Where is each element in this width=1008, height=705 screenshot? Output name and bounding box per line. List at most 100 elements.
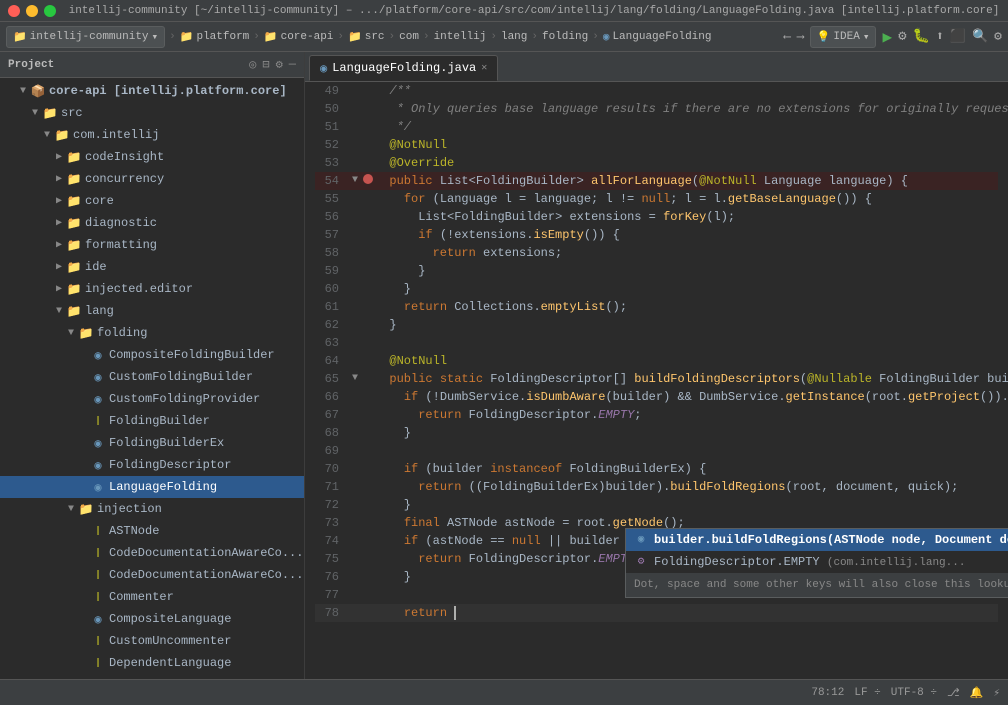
sidebar-item-FoldingDescriptor[interactable]: ◉ FoldingDescriptor: [0, 454, 304, 476]
sidebar-item-FoldingBuilder[interactable]: Ⅰ FoldingBuilder: [0, 410, 304, 432]
debug-icon[interactable]: 🐛: [913, 28, 930, 45]
breadcrumb-src[interactable]: 📁 src: [348, 30, 385, 44]
fold-arrow[interactable]: [347, 154, 363, 172]
line-number: 65: [315, 370, 347, 388]
fold-arrow[interactable]: [347, 532, 363, 550]
sidebar-item-concurrency[interactable]: ▶ 📁 concurrency: [0, 168, 304, 190]
breadcrumb-class[interactable]: ◉ LanguageFolding: [603, 30, 712, 44]
encoding[interactable]: UTF-8 ÷: [891, 687, 937, 699]
breadcrumb-core-api[interactable]: 📁 core-api: [264, 30, 334, 44]
fold-arrow[interactable]: [347, 406, 363, 424]
vcs-icon[interactable]: ⬆: [936, 29, 944, 44]
project-selector[interactable]: 📁 intellij-community ▾: [6, 26, 165, 48]
sidebar-item-FCTSBackedLighterAST[interactable]: ◉ FCTSBackedLighterAST: [0, 674, 304, 679]
fold-arrow[interactable]: [347, 424, 363, 442]
sidebar-item-ASTNode[interactable]: Ⅰ ASTNode: [0, 520, 304, 542]
fold-arrow[interactable]: [347, 82, 363, 100]
fold-arrow[interactable]: [347, 316, 363, 334]
fold-arrow[interactable]: [347, 352, 363, 370]
sidebar-item-injection[interactable]: ▼ 📁 injection: [0, 498, 304, 520]
sidebar-item-LanguageFolding[interactable]: ◉ LanguageFolding: [0, 476, 304, 498]
fold-arrow[interactable]: [347, 388, 363, 406]
fold-arrow[interactable]: [347, 478, 363, 496]
fold-arrow[interactable]: [347, 334, 363, 352]
sidebar-item-FoldingBuilderEx[interactable]: ◉ FoldingBuilderEx: [0, 432, 304, 454]
close-button[interactable]: [8, 5, 20, 17]
fold-arrow[interactable]: [347, 442, 363, 460]
fold-arrow[interactable]: [347, 136, 363, 154]
fold-arrow[interactable]: [347, 280, 363, 298]
sidebar-item-src[interactable]: ▼ 📁 src: [0, 102, 304, 124]
sidebar-item-lang[interactable]: ▼ 📁 lang: [0, 300, 304, 322]
sidebar-item-Commenter[interactable]: Ⅰ Commenter: [0, 586, 304, 608]
window-controls[interactable]: [8, 5, 56, 17]
autocomplete-item-1[interactable]: ⚙ FoldingDescriptor.EMPTY (com.intellij.…: [626, 551, 1008, 573]
fold-arrow[interactable]: [347, 514, 363, 532]
fold-arrow[interactable]: ▼: [347, 172, 363, 190]
sidebar-item-core-api[interactable]: ▼ 📦 core-api [intellij.platform.core]: [0, 80, 304, 102]
sidebar-item-formatting[interactable]: ▶ 📁 formatting: [0, 234, 304, 256]
sidebar-item-CustomFoldingBuilder[interactable]: ◉ CustomFoldingBuilder: [0, 366, 304, 388]
breadcrumb-lang[interactable]: lang: [501, 31, 527, 43]
fold-arrow[interactable]: [347, 190, 363, 208]
item-label: ide: [85, 260, 107, 274]
tab-LanguageFolding[interactable]: ◉ LanguageFolding.java ✕: [309, 55, 498, 81]
tab-close-button[interactable]: ✕: [481, 62, 487, 74]
sidebar-item-CodeDocumentationAwareCo2[interactable]: Ⅰ CodeDocumentationAwareCo...: [0, 564, 304, 586]
fold-arrow[interactable]: [347, 496, 363, 514]
code-content[interactable]: 49 /** 50 * Only queries base language r…: [305, 82, 1008, 679]
terminal-icon[interactable]: ⬛: [950, 29, 966, 44]
sidebar-item-DependentLanguage[interactable]: Ⅰ DependentLanguage: [0, 652, 304, 674]
fold-arrow[interactable]: [347, 298, 363, 316]
search-everywhere-icon[interactable]: 🔍: [972, 29, 988, 44]
breadcrumb-com[interactable]: com: [399, 31, 419, 43]
item-label: lang: [85, 304, 114, 318]
fold-arrow[interactable]: ▼: [347, 370, 363, 388]
minimize-button[interactable]: [26, 5, 38, 17]
breadcrumb-folding[interactable]: folding: [542, 31, 588, 43]
sidebar-item-ide[interactable]: ▶ 📁 ide: [0, 256, 304, 278]
notifications-icon[interactable]: 🔔: [970, 686, 984, 700]
fold-arrow[interactable]: [347, 244, 363, 262]
fold-arrow[interactable]: [347, 550, 363, 568]
fold-arrow[interactable]: [347, 100, 363, 118]
breadcrumb-platform[interactable]: 📁 platform: [180, 30, 250, 44]
sidebar-item-CodeDocumentationAwareCo1[interactable]: Ⅰ CodeDocumentationAwareCo...: [0, 542, 304, 564]
maximize-button[interactable]: [44, 5, 56, 17]
fold-arrow[interactable]: [347, 586, 363, 604]
sidebar-item-CustomUncommenter[interactable]: Ⅰ CustomUncommenter: [0, 630, 304, 652]
code-text: for (Language l = language; l != null; l…: [375, 190, 998, 208]
fold-arrow[interactable]: [347, 118, 363, 136]
gear-icon[interactable]: ⚙: [276, 57, 283, 72]
sidebar-item-diagnostic[interactable]: ▶ 📁 diagnostic: [0, 212, 304, 234]
sidebar-item-CompositeFoldingBuilder[interactable]: ◉ CompositeFoldingBuilder: [0, 344, 304, 366]
line-number: 75: [315, 550, 347, 568]
sidebar-item-codeInsight[interactable]: ▶ 📁 codeInsight: [0, 146, 304, 168]
fold-arrow[interactable]: [347, 262, 363, 280]
cursor-position[interactable]: 78:12: [811, 687, 844, 699]
line-separator[interactable]: LF ÷: [854, 687, 880, 699]
autocomplete-item-0[interactable]: ◉ builder.buildFoldRegions(ASTNode node,…: [626, 529, 1008, 551]
breadcrumb-intellij[interactable]: intellij: [434, 31, 487, 43]
sidebar-item-folding[interactable]: ▼ 📁 folding: [0, 322, 304, 344]
locate-icon[interactable]: ◎: [249, 57, 256, 72]
idea-button[interactable]: 💡 IDEA ▾: [810, 26, 877, 48]
collapse-all-icon[interactable]: ⊟: [262, 57, 269, 72]
fold-arrow[interactable]: [347, 208, 363, 226]
git-icon[interactable]: ⎇: [947, 686, 960, 700]
power-icon[interactable]: ⚡: [993, 686, 1000, 700]
run-button[interactable]: ▶: [882, 27, 892, 47]
line-number: 67: [315, 406, 347, 424]
settings-icon[interactable]: ⚙: [994, 29, 1002, 44]
build-icon[interactable]: ⚙: [898, 28, 906, 45]
sidebar-item-com-intellij[interactable]: ▼ 📁 com.intellij: [0, 124, 304, 146]
sidebar-item-CompositeLanguage[interactable]: ◉ CompositeLanguage: [0, 608, 304, 630]
sidebar-item-CustomFoldingProvider[interactable]: ◉ CustomFoldingProvider: [0, 388, 304, 410]
fold-arrow[interactable]: [347, 460, 363, 478]
sidebar-item-injected-editor[interactable]: ▶ 📁 injected.editor: [0, 278, 304, 300]
fold-arrow[interactable]: [347, 226, 363, 244]
fold-arrow[interactable]: [347, 568, 363, 586]
sidebar-item-core[interactable]: ▶ 📁 core: [0, 190, 304, 212]
fold-arrow[interactable]: [347, 604, 363, 622]
hide-icon[interactable]: —: [289, 57, 296, 72]
